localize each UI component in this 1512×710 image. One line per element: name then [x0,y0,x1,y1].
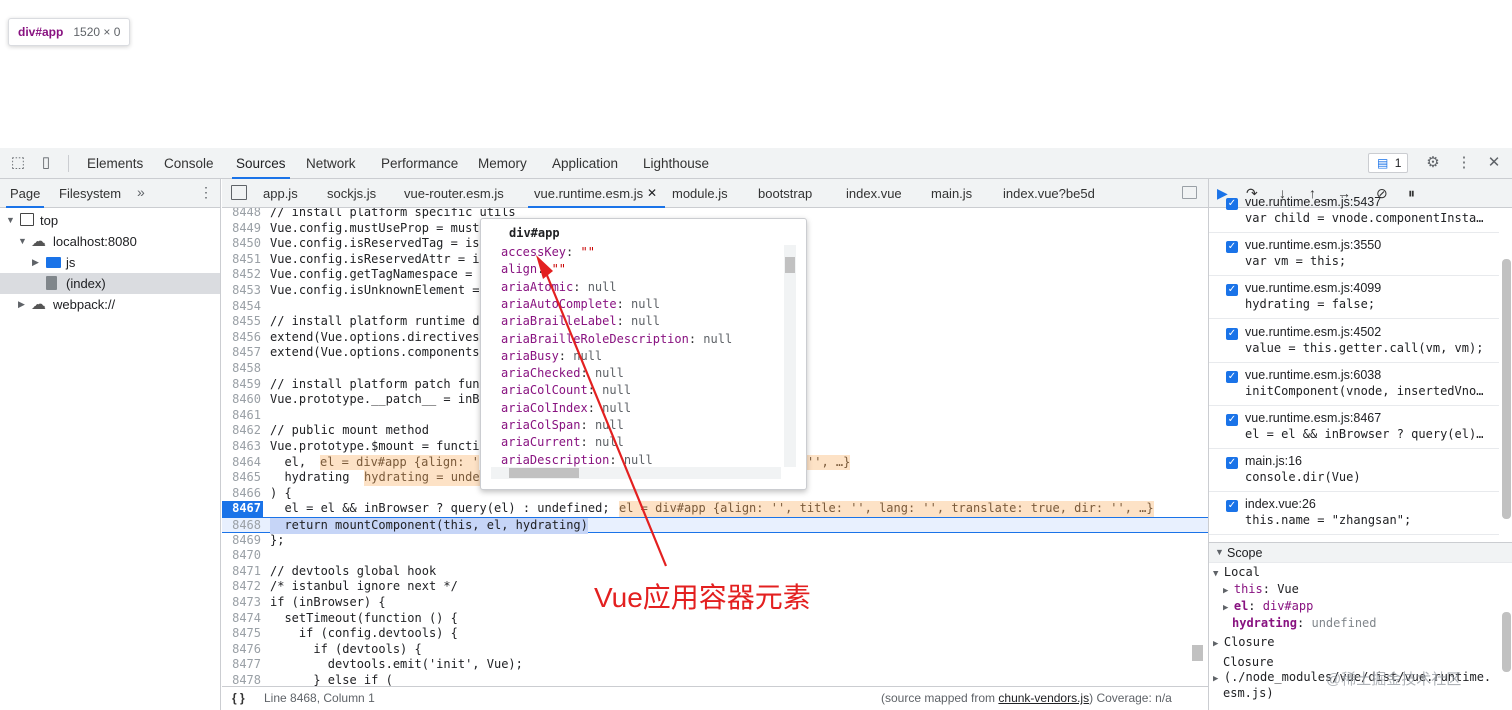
annotation-text: Vue应用容器元素 [594,582,811,613]
arrow-line [542,267,668,567]
watermark: @稀土掘金技术社区 [1326,671,1462,688]
arrow-head [536,255,553,279]
